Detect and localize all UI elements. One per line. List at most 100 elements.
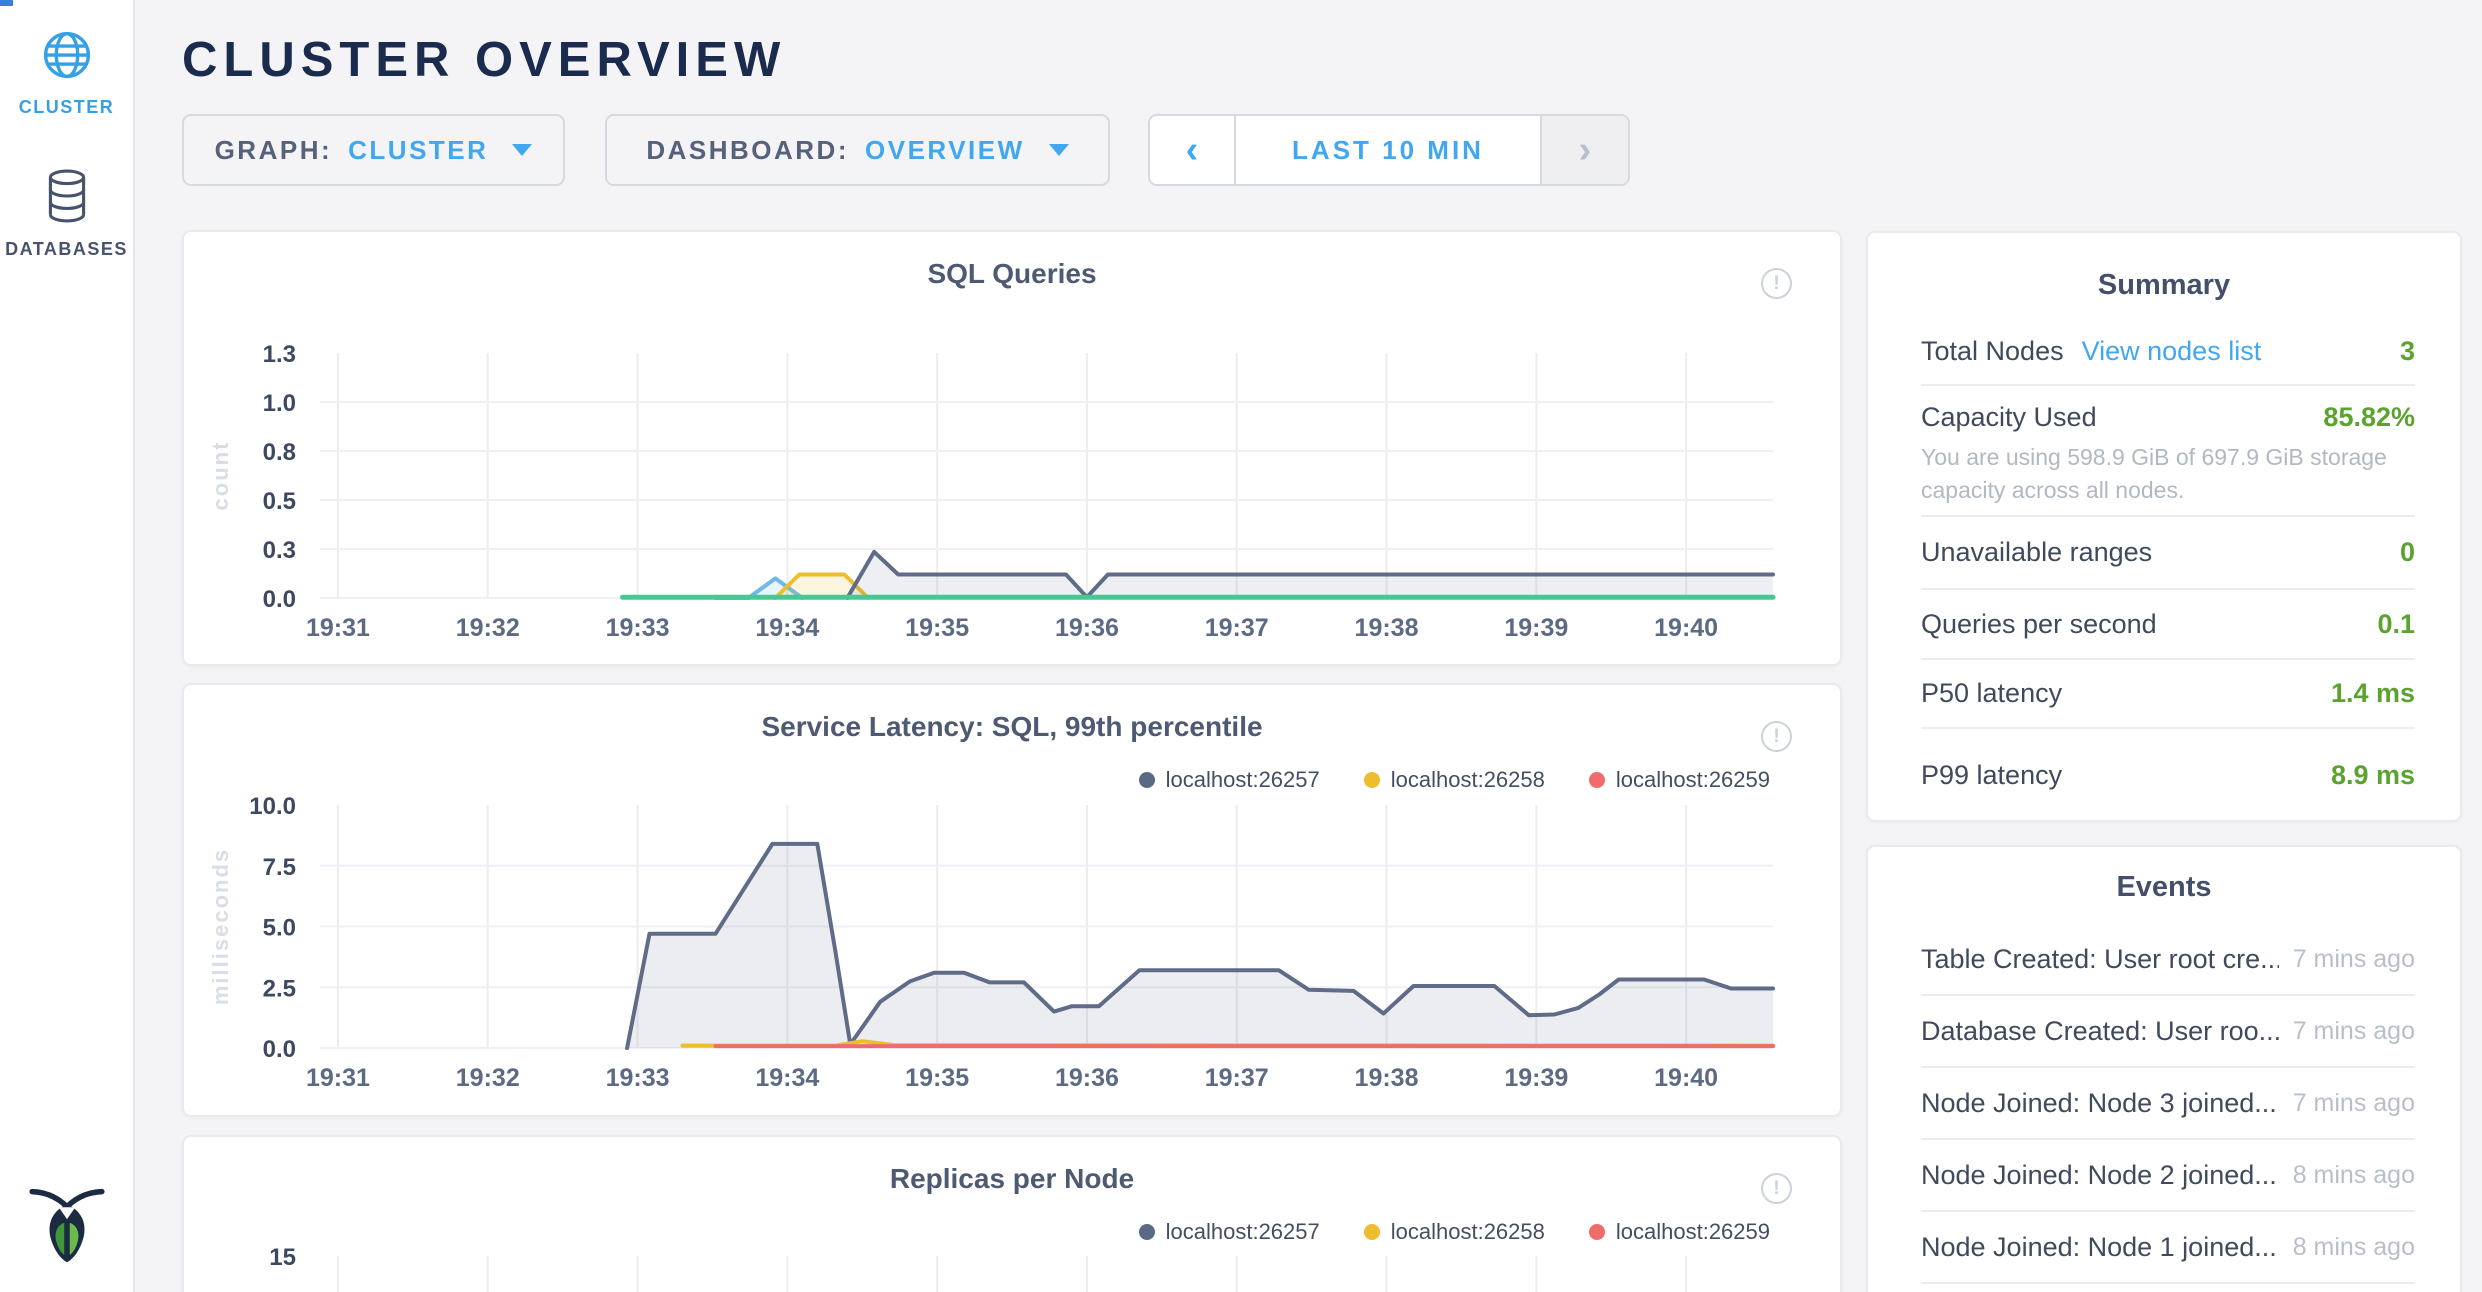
summary-value: 0	[2400, 537, 2415, 568]
sidebar-item-label: DATABASES	[0, 239, 133, 260]
svg-text:2.5: 2.5	[263, 975, 296, 1002]
chart-title: Replicas per Node	[184, 1163, 1840, 1195]
svg-text:15: 15	[269, 1244, 296, 1271]
event-row: Database Created: User roo... 7 mins ago	[1921, 996, 2415, 1068]
summary-panel: Summary Total NodesView nodes list 3 Cap…	[1866, 231, 2462, 822]
event-text: Database Created: User roo...	[1921, 1016, 2279, 1047]
dashboard-dropdown[interactable]: DASHBOARD: OVERVIEW	[605, 114, 1110, 186]
svg-text:0.5: 0.5	[263, 488, 296, 515]
svg-text:0.0: 0.0	[263, 1036, 296, 1063]
summary-value: 0.1	[2377, 609, 2415, 640]
event-row: Node Joined: Node 1 joined... 8 mins ago	[1921, 1212, 2415, 1284]
svg-text:19:32: 19:32	[456, 614, 520, 642]
chevron-down-icon	[512, 144, 532, 156]
summary-row-qps: Queries per second 0.1	[1921, 590, 2415, 660]
summary-title: Summary	[1868, 233, 2460, 319]
summary-label: Capacity Used	[1921, 402, 2097, 433]
sidebar: CLUSTER DATABASES	[0, 0, 135, 1292]
legend-dot-icon	[1589, 772, 1605, 788]
svg-text:19:38: 19:38	[1355, 1064, 1419, 1092]
chevron-down-icon	[1049, 144, 1069, 156]
time-range-prev-button[interactable]: ‹	[1150, 116, 1234, 184]
svg-text:19:40: 19:40	[1654, 1064, 1718, 1092]
replicas-per-node-chart-card: 19:3119:3219:3319:3419:3519:3619:3719:38…	[182, 1135, 1842, 1292]
graph-dropdown-value: CLUSTER	[348, 135, 488, 166]
event-row: Node Joined: Node 2 joined... 8 mins ago	[1921, 1140, 2415, 1212]
summary-value: 1.4 ms	[2331, 678, 2415, 709]
time-range-next-button[interactable]: ›	[1542, 116, 1628, 184]
summary-row-total-nodes: Total NodesView nodes list 3	[1921, 319, 2415, 386]
legend-item: localhost:26257	[1139, 1219, 1320, 1245]
page-title: CLUSTER OVERVIEW	[182, 32, 786, 88]
svg-text:19:36: 19:36	[1055, 614, 1119, 642]
graph-dropdown-label: GRAPH:	[215, 135, 333, 166]
svg-text:count: count	[208, 441, 233, 511]
legend-dot-icon	[1589, 1224, 1605, 1240]
legend-item: localhost:26258	[1364, 1219, 1545, 1245]
chart-legend: localhost:26257 localhost:26258 localhost:…	[1139, 1219, 1770, 1245]
legend-item: localhost:26259	[1589, 1219, 1770, 1245]
event-text: Node Joined: Node 1 joined...	[1921, 1232, 2277, 1263]
summary-row-capacity: Capacity Used 85.82% You are using 598.9…	[1921, 386, 2415, 517]
summary-label: P50 latency	[1921, 678, 2062, 709]
event-row: Table Created: User root cre... 7 mins a…	[1921, 924, 2415, 996]
screen-corner-artifact	[0, 0, 13, 6]
svg-text:19:39: 19:39	[1504, 1064, 1568, 1092]
event-text: Node Joined: Node 2 joined...	[1921, 1160, 2277, 1191]
svg-text:19:35: 19:35	[905, 614, 969, 642]
svg-text:19:31: 19:31	[306, 1064, 370, 1092]
event-time: 8 mins ago	[2293, 1233, 2415, 1262]
event-time: 7 mins ago	[2293, 1089, 2415, 1118]
service-latency-plot: 19:3119:3219:3319:3419:3519:3619:3719:38…	[184, 685, 1842, 1117]
svg-text:milliseconds: milliseconds	[208, 848, 233, 1005]
legend-dot-icon	[1364, 772, 1380, 788]
summary-value: 8.9 ms	[2331, 760, 2415, 791]
legend-item: localhost:26258	[1364, 767, 1545, 793]
svg-text:0.0: 0.0	[263, 586, 296, 613]
graph-dropdown[interactable]: GRAPH: CLUSTER	[182, 114, 565, 186]
sidebar-item-label: CLUSTER	[0, 97, 133, 118]
view-nodes-list-link[interactable]: View nodes list	[2082, 336, 2262, 366]
globe-icon	[40, 69, 94, 86]
svg-text:19:38: 19:38	[1355, 614, 1419, 642]
summary-label: P99 latency	[1921, 760, 2062, 791]
summary-row-p50: P50 latency 1.4 ms	[1921, 660, 2415, 729]
svg-text:19:37: 19:37	[1205, 614, 1269, 642]
summary-value: 85.82%	[2323, 402, 2415, 433]
sidebar-item-databases[interactable]: DATABASES	[0, 168, 133, 260]
service-latency-chart-card: 19:3119:3219:3319:3419:3519:3619:3719:38…	[182, 683, 1842, 1117]
svg-text:19:32: 19:32	[456, 1064, 520, 1092]
dashboard-dropdown-value: OVERVIEW	[865, 135, 1025, 166]
summary-row-p99: P99 latency 8.9 ms	[1921, 729, 2415, 821]
svg-text:19:40: 19:40	[1654, 614, 1718, 642]
summary-label: Queries per second	[1921, 609, 2157, 640]
capacity-caption: You are using 598.9 GiB of 697.9 GiB sto…	[1921, 441, 2421, 507]
svg-text:1.0: 1.0	[263, 390, 296, 417]
info-icon[interactable]: !	[1761, 268, 1792, 299]
legend-item: localhost:26259	[1589, 767, 1770, 793]
event-row: Node Joined: Node 3 joined... 7 mins ago	[1921, 1068, 2415, 1140]
svg-text:19:37: 19:37	[1205, 1064, 1269, 1092]
summary-label: Total Nodes	[1921, 336, 2064, 366]
sql-queries-chart-card: 19:3119:3219:3319:3419:3519:3619:3719:38…	[182, 230, 1842, 666]
svg-text:0.3: 0.3	[263, 537, 296, 564]
event-time: 7 mins ago	[2293, 945, 2415, 974]
time-range-selector: ‹ LAST 10 MIN ›	[1148, 114, 1630, 186]
svg-text:0.8: 0.8	[263, 439, 296, 466]
legend-dot-icon	[1139, 1224, 1155, 1240]
svg-text:19:39: 19:39	[1504, 614, 1568, 642]
event-text: Node Joined: Node 3 joined...	[1921, 1088, 2277, 1119]
time-range-value[interactable]: LAST 10 MIN	[1234, 116, 1542, 184]
svg-text:19:34: 19:34	[755, 614, 819, 642]
chart-legend: localhost:26257 localhost:26258 localhost:…	[1139, 767, 1770, 793]
svg-text:5.0: 5.0	[263, 915, 296, 942]
database-icon	[42, 211, 92, 228]
sidebar-item-cluster[interactable]: CLUSTER	[0, 28, 133, 118]
event-text: Table Created: User root cre...	[1921, 944, 2279, 975]
chart-title: SQL Queries	[184, 258, 1840, 290]
legend-item: localhost:26257	[1139, 767, 1320, 793]
info-icon[interactable]: !	[1761, 721, 1792, 752]
svg-text:19:35: 19:35	[905, 1064, 969, 1092]
info-icon[interactable]: !	[1761, 1173, 1792, 1204]
svg-text:19:33: 19:33	[606, 614, 670, 642]
